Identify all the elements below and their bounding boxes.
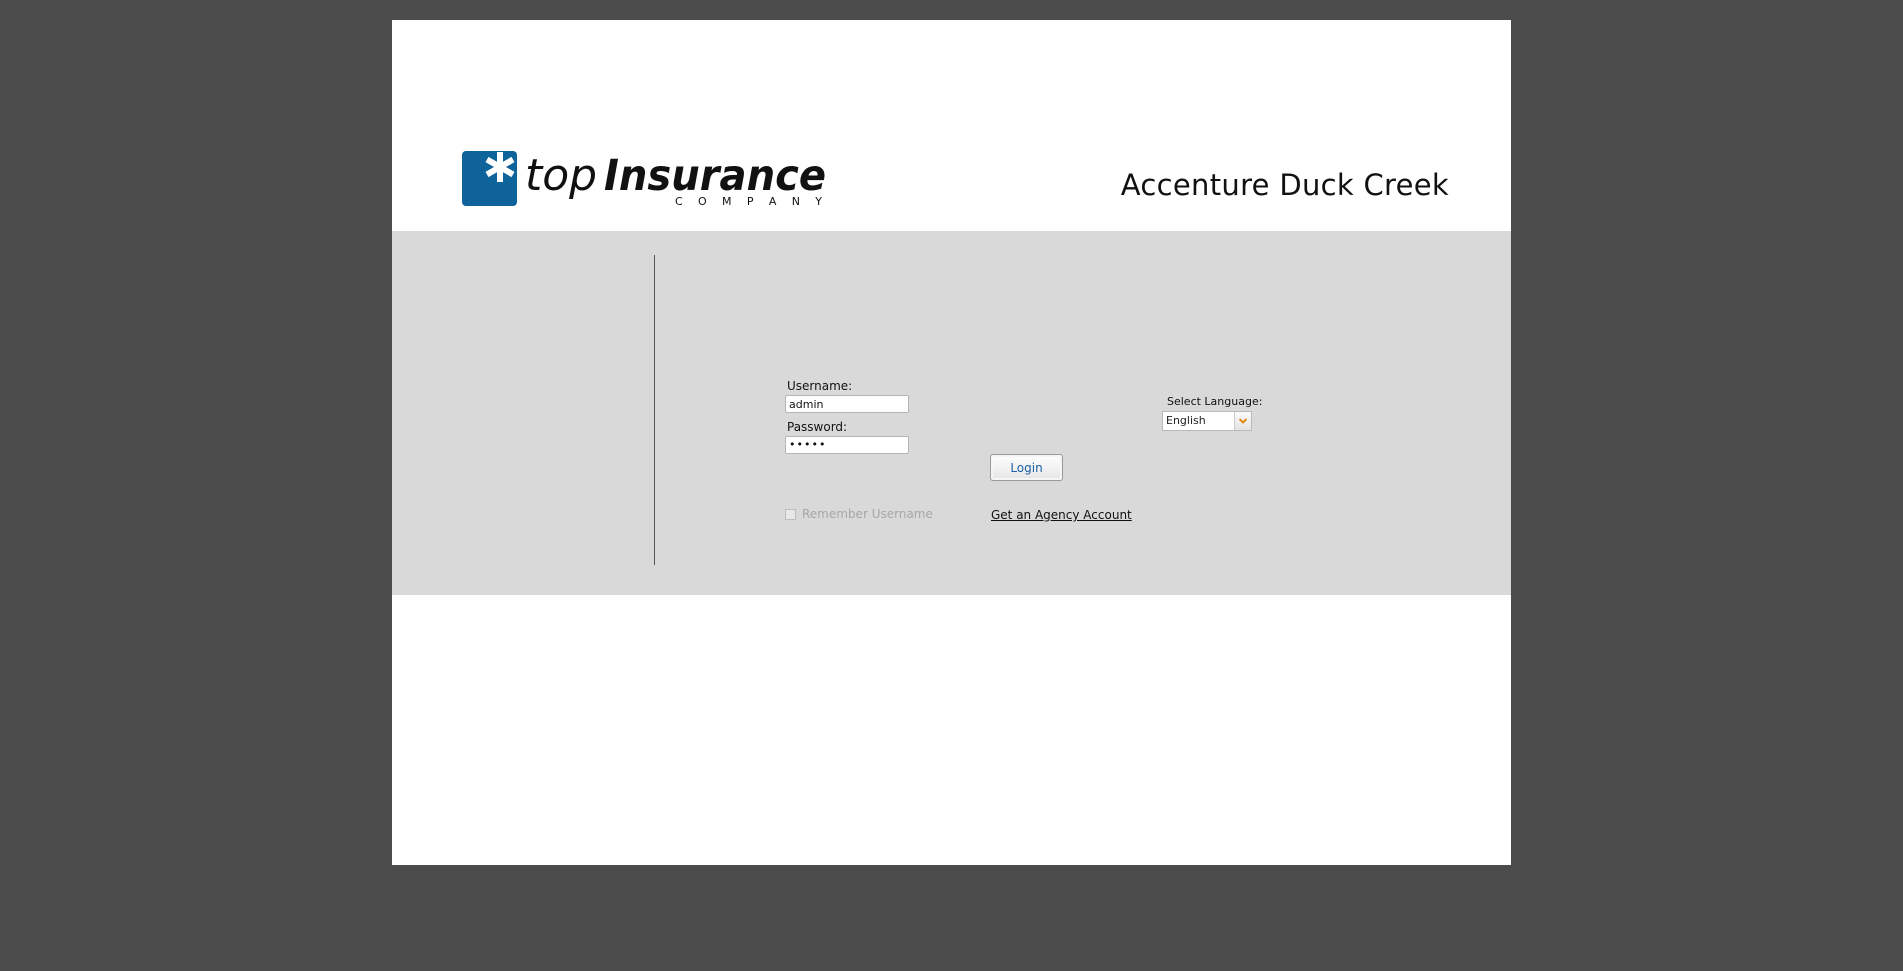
get-agency-account-link[interactable]: Get an Agency Account	[991, 508, 1132, 522]
dropdown-button[interactable]	[1234, 412, 1251, 430]
login-page: top Insurance C O M P A N Y Accenture Du…	[392, 20, 1511, 865]
select-language-label: Select Language:	[1167, 395, 1263, 408]
password-input[interactable]: •••••	[785, 436, 909, 454]
remember-username-checkbox[interactable]	[785, 509, 796, 520]
chevron-down-icon	[1238, 418, 1248, 424]
username-label: Username:	[787, 379, 853, 393]
language-selected-value: English	[1166, 414, 1206, 427]
logo-insurance-text: Insurance	[604, 151, 826, 201]
username-input[interactable]	[785, 395, 909, 413]
page-header: top Insurance C O M P A N Y Accenture Du…	[392, 20, 1511, 231]
password-label: Password:	[787, 420, 848, 434]
language-select[interactable]: English	[1162, 411, 1252, 431]
top-insurance-logo: top Insurance C O M P A N Y	[462, 150, 826, 206]
login-panel: Username: Password: ••••• Login Remember…	[392, 231, 1511, 595]
remember-username-label: Remember Username	[802, 507, 933, 521]
logo-top-text: top	[525, 150, 597, 201]
vertical-divider	[654, 255, 655, 565]
login-button[interactable]: Login	[990, 454, 1063, 481]
app-title: Accenture Duck Creek	[1120, 168, 1449, 202]
